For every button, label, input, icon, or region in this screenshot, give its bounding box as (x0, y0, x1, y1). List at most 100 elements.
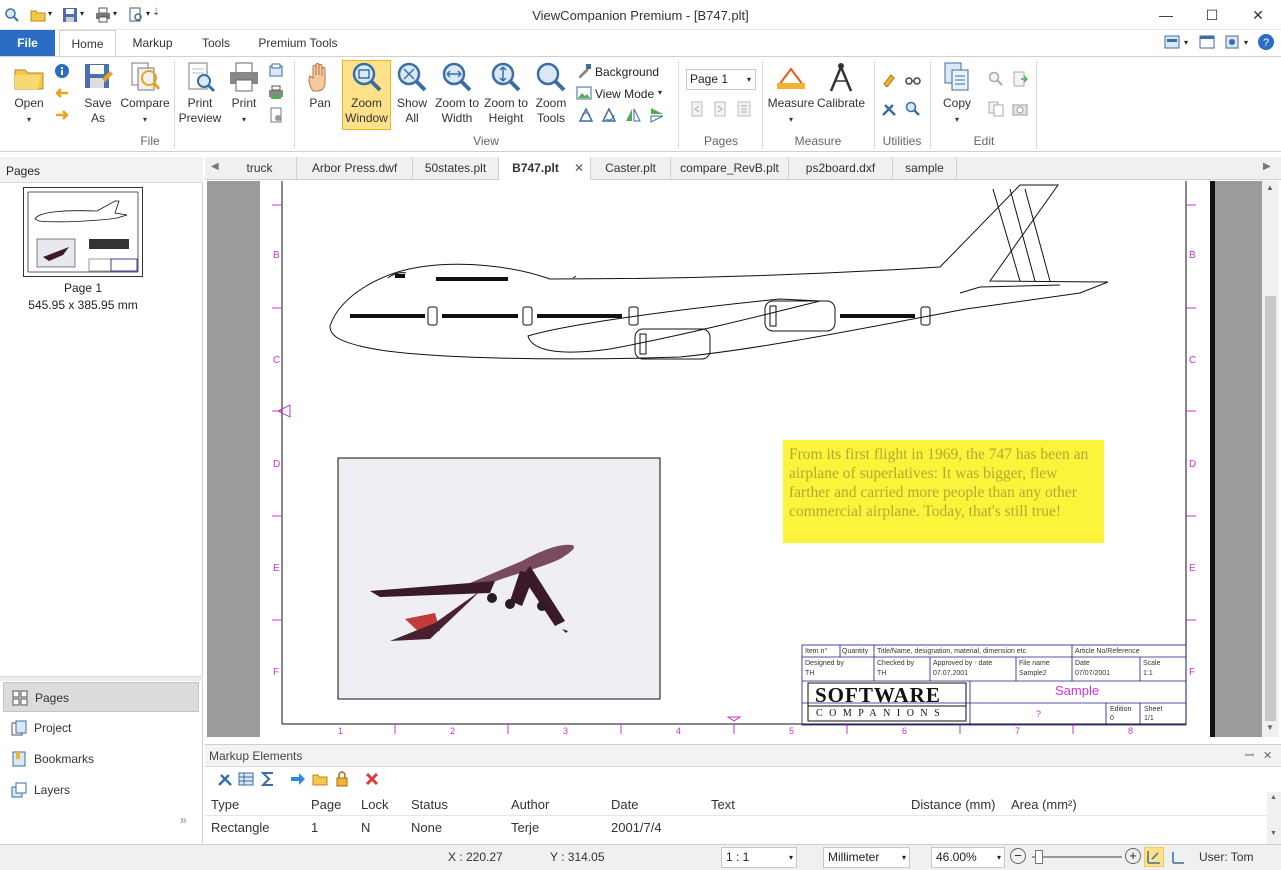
zoom-window-button[interactable]: Zoom Window (342, 60, 391, 130)
scroll-up-icon[interactable]: ▲ (1270, 794, 1277, 801)
scale-select[interactable]: 1 : 1 ▾ (721, 847, 797, 868)
rotate-left-icon[interactable] (578, 107, 594, 123)
page-thumbnail[interactable] (23, 187, 143, 277)
show-all-button[interactable]: Show All (393, 61, 431, 126)
delete-icon[interactable] (364, 771, 380, 787)
panel-splitter[interactable] (0, 676, 203, 681)
print-preview-button[interactable]: Print Preview (176, 61, 224, 126)
scroll-down-icon[interactable]: ▼ (1266, 723, 1274, 732)
unit-select[interactable]: Millimeter ▾ (823, 847, 910, 868)
glasses-icon[interactable] (905, 71, 921, 87)
batch-print-icon[interactable] (268, 63, 284, 79)
background-button[interactable]: Background (595, 65, 659, 79)
page-select[interactable]: Page 1 ▾ (686, 69, 756, 90)
zoom-in-icon[interactable]: + (1125, 848, 1141, 864)
zoom-slider[interactable] (1032, 856, 1122, 858)
tab-tools[interactable]: Tools (190, 30, 242, 56)
info-icon[interactable] (54, 63, 70, 79)
print-button[interactable]: Print ▾ (224, 61, 264, 127)
ortho-icon[interactable] (1170, 849, 1186, 865)
pin-icon[interactable]: ꟷ (1245, 745, 1254, 767)
zoom-to-width-button[interactable]: Zoom to Width (433, 61, 481, 126)
highlight-icon[interactable] (881, 71, 897, 87)
options-icon[interactable] (1224, 34, 1240, 50)
column-header-status[interactable]: Status (411, 797, 448, 812)
column-header-text[interactable]: Text (711, 797, 735, 812)
column-header-distance[interactable]: Distance (mm) (911, 797, 996, 812)
vertical-scrollbar[interactable]: ▲ ▼ (1262, 181, 1279, 737)
doc-tab[interactable]: sample (893, 157, 957, 180)
grid-pages-icon[interactable] (736, 101, 752, 117)
doc-tab[interactable]: compare_RevB.plt (671, 157, 789, 180)
tools-icon[interactable] (881, 101, 897, 117)
save-as-button[interactable]: Save As (78, 61, 118, 126)
column-header-area[interactable]: Area (mm²) (1011, 797, 1077, 812)
layout-icon[interactable] (1164, 34, 1180, 50)
close-button[interactable]: ✕ (1248, 5, 1268, 25)
scroll-up-icon[interactable]: ▲ (1266, 183, 1274, 192)
background-icon[interactable] (576, 63, 592, 79)
page-setup-icon[interactable] (268, 107, 284, 123)
tabs-left-arrow-icon[interactable]: ◀ (211, 161, 219, 172)
doc-tab[interactable]: ps2board.dxf (789, 157, 893, 180)
arrow-left-icon[interactable] (54, 85, 70, 101)
tab-markup[interactable]: Markup (121, 30, 184, 56)
column-header-lock[interactable]: Lock (361, 797, 388, 812)
view-mode-icon[interactable] (576, 85, 592, 101)
close-panel-icon[interactable]: ✕ (1263, 745, 1272, 767)
calibrate-button[interactable]: Calibrate (816, 61, 866, 111)
import-icon[interactable] (312, 771, 328, 787)
doc-tab-active[interactable]: B747.plt ✕ (499, 157, 591, 180)
help-icon[interactable]: ? (1257, 33, 1275, 51)
column-header-date[interactable]: Date (611, 797, 638, 812)
close-tab-icon[interactable]: ✕ (574, 157, 584, 179)
search-icon[interactable] (905, 101, 921, 117)
compare-button[interactable]: Compare ▾ (118, 61, 172, 127)
nav-layers[interactable]: Layers (3, 775, 199, 805)
column-header-page[interactable]: Page (311, 797, 341, 812)
table-row[interactable]: Rectangle 1 N None Terje 2001/7/4 (205, 816, 1267, 839)
minimize-button[interactable]: — (1156, 5, 1176, 25)
markup-scrollbar[interactable]: ▲ ▼ (1267, 792, 1281, 845)
snapshot-icon[interactable] (1012, 101, 1028, 117)
zoom-out-icon[interactable]: − (1010, 848, 1026, 864)
nav-bookmarks[interactable]: Bookmarks (3, 744, 199, 774)
tab-premium-tools[interactable]: Premium Tools (248, 30, 348, 56)
nav-project[interactable]: Project (3, 713, 199, 743)
view-mode-button[interactable]: View Mode (595, 87, 654, 101)
tabs-right-arrow-icon[interactable]: ▶ (1263, 161, 1271, 172)
table-icon[interactable] (238, 771, 254, 787)
lock-icon[interactable] (334, 771, 350, 787)
properties-icon[interactable] (217, 771, 233, 787)
doc-tab[interactable]: Caster.plt (591, 157, 671, 180)
chevron-down-icon[interactable]: ▾ (1244, 38, 1248, 47)
tab-file[interactable]: File (0, 30, 55, 56)
measure-button[interactable]: Measure ▾ (766, 61, 816, 127)
duplicate-icon[interactable] (988, 101, 1004, 117)
mirror-icon[interactable] (625, 107, 641, 123)
pan-button[interactable]: Pan (300, 61, 340, 111)
drawing-viewer[interactable]: B C D E F B C D E F 1 2 3 4 5 6 7 8 From… (207, 181, 1262, 737)
expand-chevron-icon[interactable]: » (180, 813, 187, 827)
column-header-type[interactable]: Type (211, 797, 239, 812)
text-note-markup[interactable]: From its first flight in 1969, the 747 h… (783, 440, 1104, 543)
zoom-to-height-button[interactable]: Zoom to Height (482, 61, 530, 126)
prev-page-icon[interactable] (689, 101, 705, 117)
rotate-right-icon[interactable] (601, 107, 617, 123)
sum-icon[interactable] (260, 771, 276, 787)
snap-icon[interactable] (1144, 847, 1164, 867)
goto-icon[interactable] (290, 771, 306, 787)
column-header-author[interactable]: Author (511, 797, 549, 812)
doc-tab[interactable]: Arbor Press.dwf (297, 157, 413, 180)
tab-home[interactable]: Home (59, 30, 116, 56)
chevron-down-icon[interactable]: ▾ (1184, 38, 1188, 47)
scroll-down-icon[interactable]: ▼ (1270, 830, 1277, 837)
zoom-slider-thumb[interactable] (1035, 850, 1043, 864)
open-button[interactable]: Open ▾ (8, 61, 50, 127)
window-icon[interactable] (1199, 34, 1215, 50)
zoom-tools-button[interactable]: Zoom Tools (530, 61, 572, 126)
scroll-thumb[interactable] (1265, 296, 1276, 721)
chevron-down-icon[interactable]: ▾ (658, 88, 662, 97)
doc-tab[interactable]: 50states.plt (413, 157, 499, 180)
flip-icon[interactable] (649, 107, 665, 123)
